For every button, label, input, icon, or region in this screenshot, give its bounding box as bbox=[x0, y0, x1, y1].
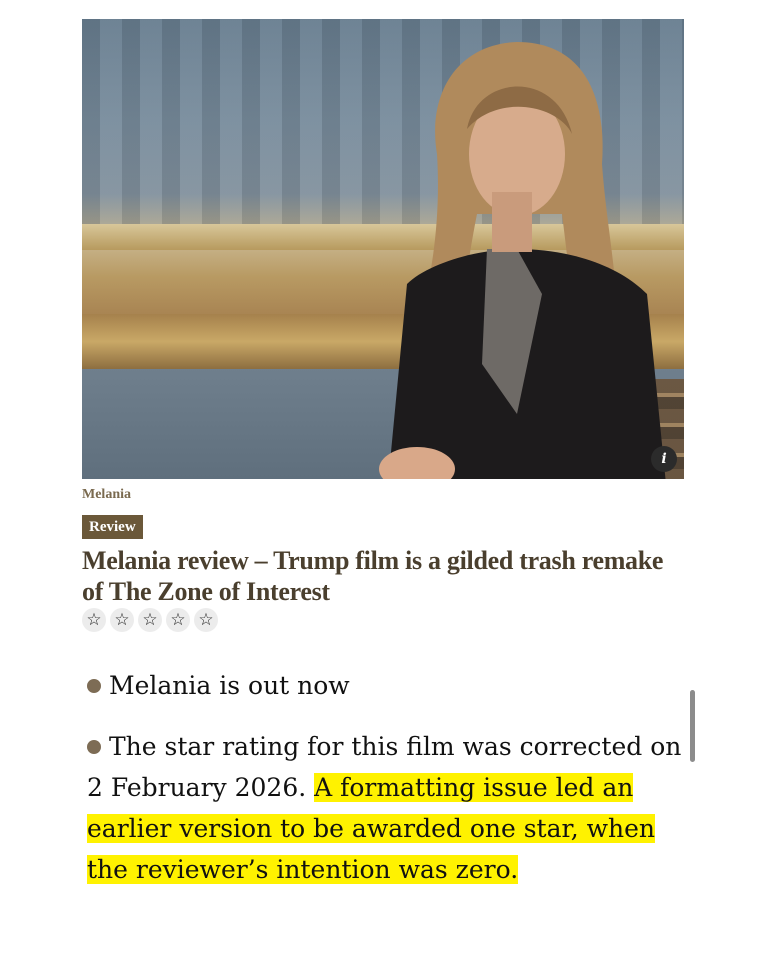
bullet-dot-icon bbox=[87, 679, 101, 693]
image-info-button[interactable]: i bbox=[651, 446, 677, 472]
star-icon: ☆ bbox=[138, 608, 162, 632]
section-kicker[interactable]: Melania bbox=[82, 487, 131, 503]
star-icon: ☆ bbox=[110, 608, 134, 632]
review-tag: Review bbox=[82, 515, 143, 539]
star-icon: ☆ bbox=[166, 608, 190, 632]
bullet-item: Melania is out now bbox=[87, 665, 687, 706]
hero-image[interactable]: i bbox=[82, 19, 684, 479]
bullet-text: Melania is out now bbox=[109, 671, 350, 700]
bullet-dot-icon bbox=[87, 740, 101, 754]
bullet-item: The star rating for this film was correc… bbox=[87, 726, 687, 890]
article-headline[interactable]: Melania review – Trump film is a gilded … bbox=[82, 545, 682, 607]
star-rating: ☆ ☆ ☆ ☆ ☆ bbox=[82, 608, 218, 632]
scrollbar[interactable] bbox=[690, 690, 695, 762]
star-icon: ☆ bbox=[194, 608, 218, 632]
star-icon: ☆ bbox=[82, 608, 106, 632]
standfirst-bullets: Melania is out now The star rating for t… bbox=[87, 665, 687, 910]
hero-person bbox=[379, 42, 666, 479]
